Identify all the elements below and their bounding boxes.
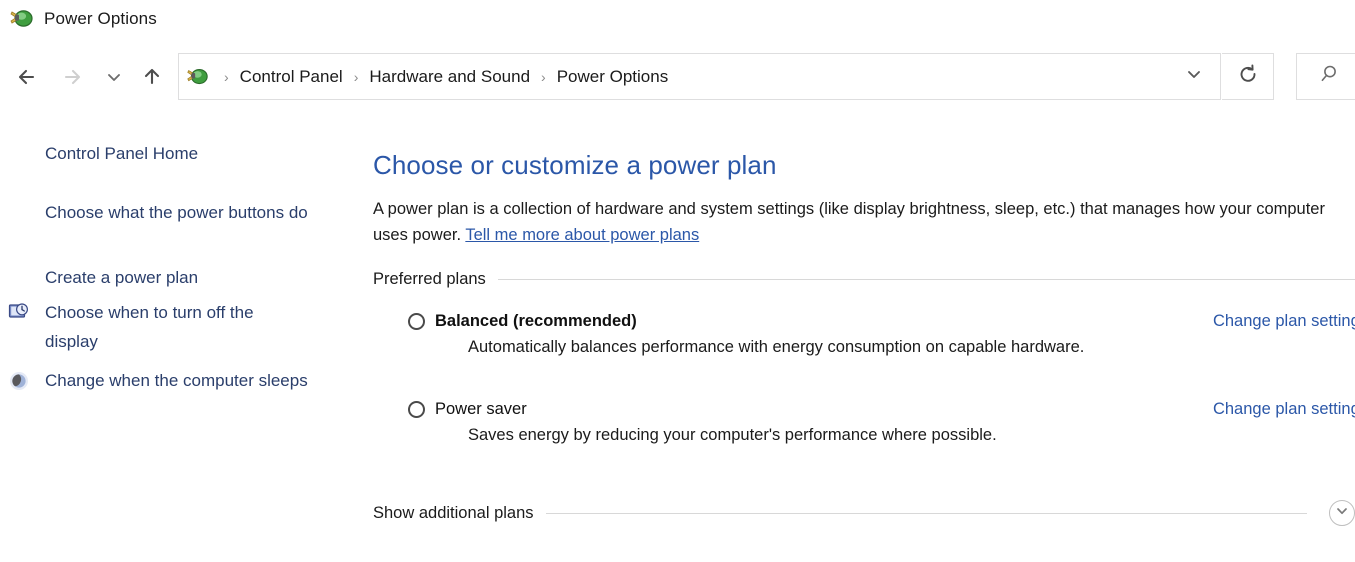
address-bar[interactable]: › Control Panel › Hardware and Sound › P… (178, 53, 1221, 100)
change-plan-settings-link-balanced[interactable]: Change plan settings (1213, 312, 1355, 331)
back-button[interactable] (8, 46, 48, 108)
sidebar-item-label: Control Panel Home (45, 144, 199, 163)
sidebar-item-choose-when-to-turn-off-the-display[interactable]: Choose when to turn off the display (45, 298, 310, 356)
search-input[interactable] (1343, 67, 1355, 86)
plan-header: Balanced (recommended) Change plan setti… (408, 312, 1355, 331)
plan-description: Automatically balances performance with … (468, 338, 1085, 356)
sidebar-item-label: Change when the computer sleeps (45, 371, 308, 390)
back-arrow-icon (14, 63, 42, 91)
forward-arrow-icon (59, 63, 87, 91)
sleep-moon-icon (8, 370, 30, 392)
search-icon (1319, 62, 1343, 91)
preferred-plans-group-header: Preferred plans (373, 270, 1355, 289)
page-description: A power plan is a collection of hardware… (373, 196, 1355, 248)
breadcrumb-separator: › (224, 68, 229, 85)
chevron-down-icon (1184, 64, 1204, 89)
breadcrumb-item-power-options[interactable]: Power Options (555, 67, 671, 87)
plan-row-balanced: Balanced (recommended) Change plan setti… (373, 312, 1355, 357)
title-bar: Power Options (0, 0, 1355, 38)
chevron-down-circle-icon (1334, 503, 1350, 524)
sidebar: Control Panel Home Choose what the power… (0, 130, 360, 562)
sidebar-item-choose-what-the-power-buttons-do[interactable]: Choose what the power buttons do (45, 198, 310, 227)
sidebar-item-control-panel-home[interactable]: Control Panel Home (45, 139, 198, 168)
recent-locations-button[interactable] (98, 46, 130, 108)
breadcrumb-item-control-panel[interactable]: Control Panel (238, 67, 345, 87)
plan-description: Saves energy by reducing your computer's… (468, 426, 997, 444)
refresh-button[interactable] (1222, 53, 1274, 100)
plan-row-power-saver: Power saver Change plan settings Saves e… (373, 400, 1355, 445)
change-plan-settings-link-power-saver[interactable]: Change plan settings (1213, 400, 1355, 419)
window-title: Power Options (44, 9, 157, 28)
sidebar-item-change-when-the-computer-sleeps[interactable]: Change when the computer sleeps (45, 366, 310, 395)
refresh-icon (1237, 63, 1259, 90)
up-button[interactable] (132, 46, 172, 108)
sidebar-item-label: Choose when to turn off the display (45, 303, 254, 351)
page-title: Choose or customize a power plan (373, 150, 777, 180)
sidebar-item-label: Create a power plan (45, 268, 199, 287)
sidebar-item-create-a-power-plan[interactable]: Create a power plan (45, 263, 198, 292)
forward-button[interactable] (53, 46, 93, 108)
chevron-down-icon (105, 68, 123, 86)
plan-name: Power saver (435, 400, 527, 418)
preferred-plans-label: Preferred plans (373, 270, 486, 288)
radio-balanced[interactable] (408, 313, 425, 330)
show-additional-plans-label: Show additional plans (373, 503, 534, 522)
breadcrumb-separator: › (353, 68, 359, 85)
power-plug-icon (179, 65, 215, 89)
show-additional-plans-row[interactable]: Show additional plans (373, 500, 1355, 526)
plan-name: Balanced (recommended) (435, 312, 637, 330)
main-content: Choose or customize a power plan A power… (373, 130, 1355, 562)
tell-me-more-link[interactable]: Tell me more about power plans (465, 226, 699, 244)
plan-header: Power saver Change plan settings (408, 400, 1355, 419)
power-plug-icon (8, 6, 34, 32)
radio-power-saver[interactable] (408, 401, 425, 418)
up-arrow-icon (138, 63, 166, 91)
search-box[interactable] (1296, 53, 1355, 100)
group-divider (545, 512, 1307, 514)
breadcrumb-separator: › (541, 68, 546, 85)
group-divider (497, 279, 1355, 280)
breadcrumb-item-hardware-and-sound[interactable]: Hardware and Sound (367, 67, 532, 87)
navigation-bar: › Control Panel › Hardware and Sound › P… (0, 46, 1355, 108)
address-dropdown-button[interactable] (1168, 54, 1220, 99)
show-additional-plans-expander[interactable] (1329, 500, 1355, 526)
display-clock-icon (8, 302, 30, 324)
sidebar-item-label: Choose what the power buttons do (45, 203, 308, 222)
